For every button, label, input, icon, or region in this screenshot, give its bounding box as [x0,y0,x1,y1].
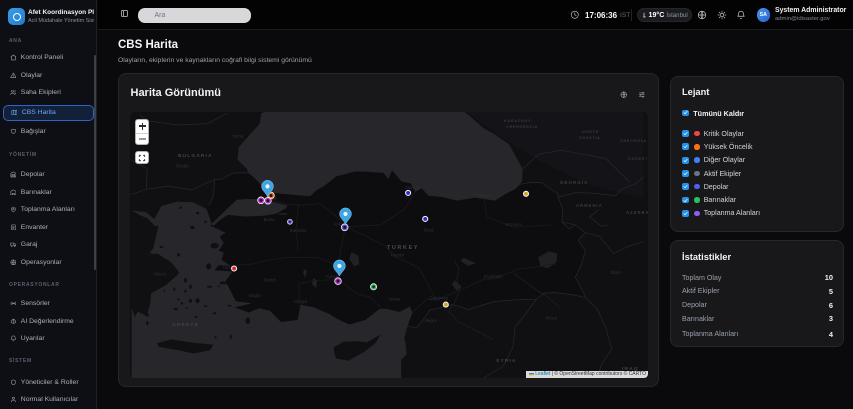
svg-text:GEORGIA: GEORGIA [560,180,588,185]
svg-text:Denizli: Denizli [264,277,276,282]
svg-text:Sivas: Sivas [424,227,434,232]
svg-text:AZERBAIJAN: AZERBAIJAN [626,210,648,215]
svg-text:Mosul: Mosul [546,315,557,320]
svg-text:Samsun: Samsun [405,185,421,190]
svg-text:SYRIA: SYRIA [496,358,516,364]
svg-text:Gaziantep: Gaziantep [429,295,448,300]
svg-text:Adana: Adana [389,296,402,301]
svg-text:DAGESTAN: DAGESTAN [628,157,648,161]
svg-text:TURKEY: TURKEY [387,245,419,251]
svg-text:ARMENIA: ARMENIA [576,203,603,208]
svg-text:Tabriz: Tabriz [610,270,621,275]
svg-text:CHERKESSIA: CHERKESSIA [506,125,538,129]
svg-text:CHECHNYA: CHECHNYA [620,139,647,143]
svg-text:Aleppo: Aleppo [424,318,437,323]
svg-text:Erzurum: Erzurum [506,222,522,227]
svg-text:Eskisehir: Eskisehir [290,228,307,233]
svg-text:Varna: Varna [232,133,243,138]
svg-text:KARACHAY-: KARACHAY- [504,119,533,123]
svg-text:BULGARIA: BULGARIA [178,153,213,159]
svg-text:Kayseri: Kayseri [391,252,405,257]
svg-text:Plovdiv: Plovdiv [176,163,190,168]
svg-text:NORTH: NORTH [582,130,599,134]
svg-text:Bursa: Bursa [264,216,275,221]
svg-text:Diyarbakir: Diyarbakir [484,273,503,278]
svg-text:GREECE: GREECE [172,322,199,328]
svg-text:Mugla: Mugla [249,292,261,297]
svg-text:Athens: Athens [153,271,166,276]
svg-text:Antalya: Antalya [293,299,307,304]
svg-text:OSSETIA: OSSETIA [579,136,601,140]
svg-text:Trabzon: Trabzon [475,193,491,198]
